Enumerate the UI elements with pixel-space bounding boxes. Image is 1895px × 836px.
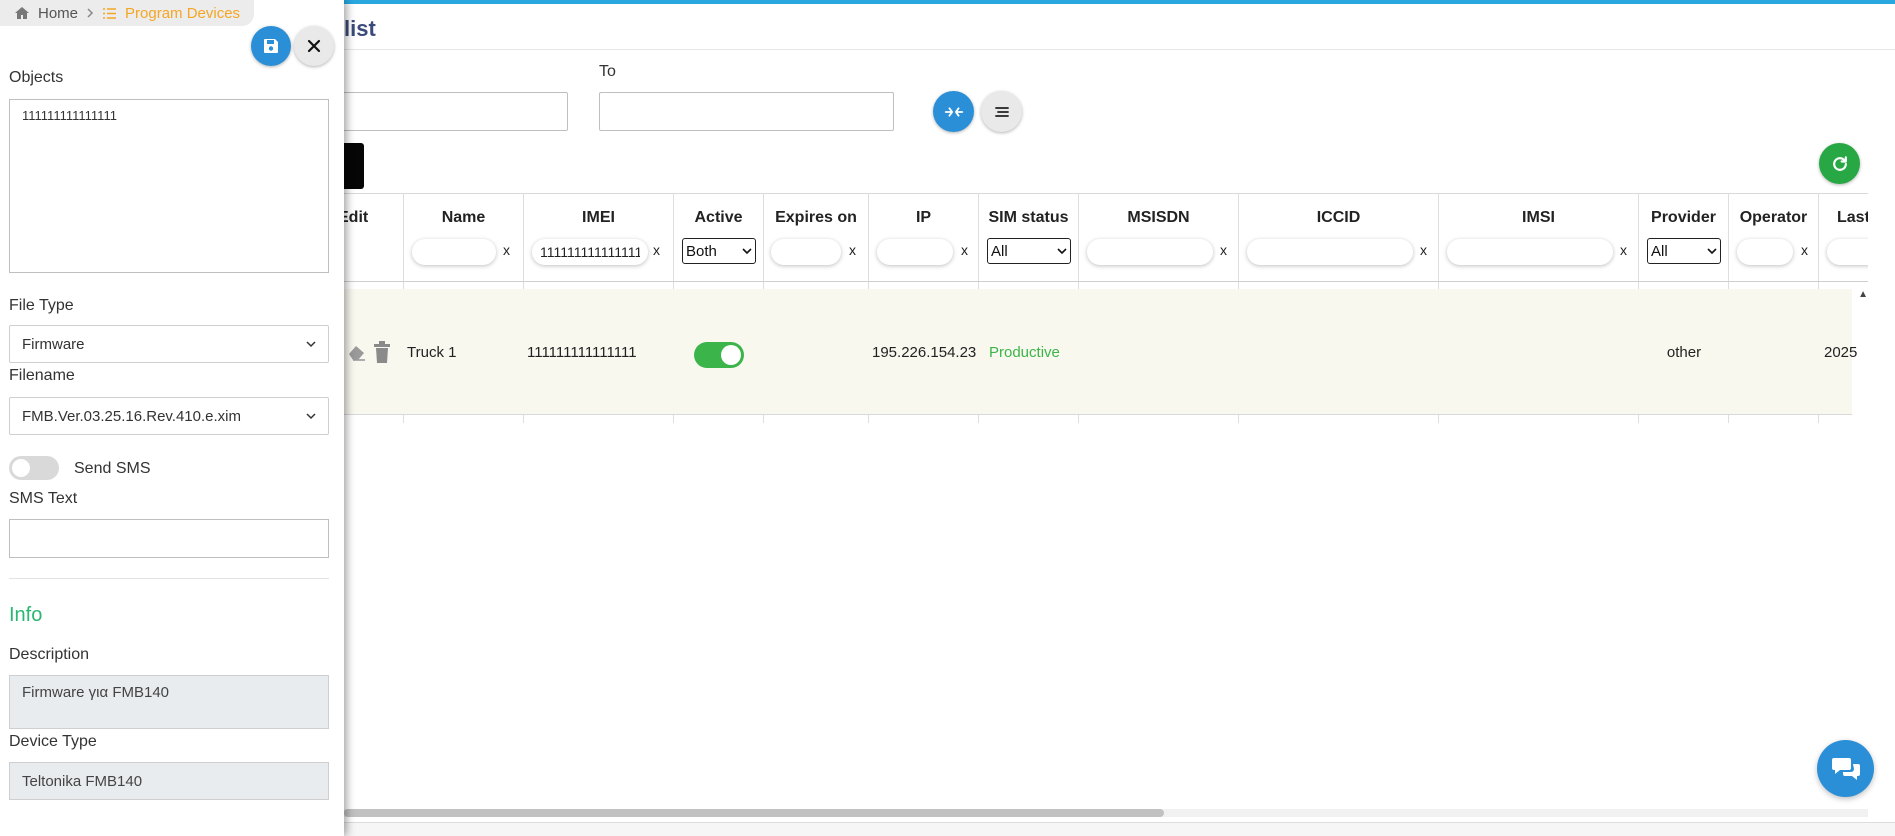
row-active-cell — [694, 289, 744, 415]
col-header-iccid[interactable]: ICCID — [1239, 209, 1438, 227]
row-imei: 111111111111111 — [527, 343, 637, 361]
page-title: list — [344, 16, 376, 41]
close-icon — [307, 39, 321, 53]
chevron-down-icon — [306, 340, 316, 347]
col-header-imei[interactable]: IMEI — [524, 209, 673, 227]
col-header-provider[interactable]: Provider — [1639, 209, 1728, 227]
imsi-filter-input[interactable] — [1447, 239, 1613, 265]
ip-filter-clear[interactable]: x — [961, 242, 968, 258]
name-filter-input[interactable] — [412, 239, 496, 265]
col-header-name[interactable]: Name — [404, 209, 523, 227]
breadcrumb-home[interactable]: Home — [38, 5, 78, 22]
imei-filter-input[interactable] — [532, 239, 648, 265]
refresh-icon — [1832, 155, 1847, 171]
send-sms-label: Send SMS — [74, 460, 151, 477]
breadcrumb-current: Program Devices — [125, 4, 241, 22]
row-ip: 195.226.154.23 — [872, 343, 977, 361]
date-from-input[interactable] — [330, 92, 568, 131]
sim-status-filter-value: All — [991, 242, 1008, 260]
name-filter-clear[interactable]: x — [503, 242, 510, 258]
to-label: To — [599, 63, 616, 80]
compress-arrows-icon — [944, 106, 963, 117]
close-button[interactable] — [294, 26, 334, 66]
sim-status-filter-select[interactable]: All — [987, 238, 1071, 264]
panel-divider — [9, 578, 329, 579]
iccid-filter-input[interactable] — [1247, 239, 1413, 265]
msisdn-filter-clear[interactable]: x — [1220, 242, 1227, 258]
filename-select[interactable]: FMB.Ver.03.25.16.Rev.410.e.xim — [9, 397, 329, 435]
provider-filter-select[interactable]: All — [1647, 238, 1721, 264]
save-button[interactable] — [251, 26, 291, 66]
eraser-icon[interactable] — [347, 343, 367, 361]
operator-filter-input[interactable] — [1737, 239, 1793, 265]
row-provider: other — [1666, 343, 1702, 361]
last-filter-input[interactable] — [1827, 239, 1868, 265]
imsi-filter-clear[interactable]: x — [1620, 242, 1627, 258]
device-type-label: Device Type — [9, 733, 97, 750]
expires-filter-input[interactable] — [771, 239, 841, 265]
row-last: 2025 — [1824, 343, 1858, 361]
iccid-filter-clear[interactable]: x — [1420, 242, 1427, 258]
chevron-right-icon — [87, 8, 94, 18]
chat-button[interactable] — [1817, 740, 1874, 797]
col-header-imsi[interactable]: IMSI — [1439, 209, 1638, 227]
objects-label: Objects — [9, 69, 64, 86]
objects-textarea[interactable]: 111111111111111 — [9, 99, 329, 273]
scroll-up-arrow-icon[interactable]: ▲ — [1858, 289, 1868, 300]
align-lines-icon — [994, 106, 1009, 117]
expires-filter-clear[interactable]: x — [849, 242, 856, 258]
col-header-msisdn[interactable]: MSISDN — [1079, 209, 1238, 227]
page-header: list — [344, 6, 1895, 50]
filename-label: Filename — [9, 367, 75, 384]
col-header-ip[interactable]: IP — [869, 209, 978, 227]
row-actions — [347, 289, 391, 415]
active-filter-select[interactable]: Both — [682, 238, 756, 264]
col-header-sim-status[interactable]: SIM status — [979, 209, 1078, 227]
devices-grid: Edit Name x IMEI x Active Both Expires o… — [338, 193, 1868, 423]
device-type-field: Teltonika FMB140 — [9, 762, 329, 800]
home-icon — [15, 7, 29, 19]
list-icon — [103, 7, 117, 19]
description-label: Description — [9, 646, 90, 663]
apply-filter-button[interactable] — [933, 91, 974, 132]
trash-icon[interactable] — [373, 341, 391, 363]
file-type-label: File Type — [9, 297, 74, 314]
msisdn-filter-input[interactable] — [1087, 239, 1213, 265]
chevron-down-icon — [306, 412, 316, 419]
imei-filter-clear[interactable]: x — [653, 242, 660, 258]
row-sim-status: Productive — [989, 343, 1060, 361]
row-active-toggle[interactable] — [694, 342, 744, 368]
header-separator — [344, 281, 1868, 282]
filename-value: FMB.Ver.03.25.16.Rev.410.e.xim — [22, 407, 242, 425]
col-header-expires[interactable]: Expires on — [764, 209, 868, 227]
refresh-button[interactable] — [1819, 143, 1860, 184]
chevron-down-icon — [1057, 247, 1067, 254]
chevron-down-icon — [742, 247, 752, 254]
active-filter-value: Both — [686, 242, 717, 260]
provider-filter-value: All — [1651, 242, 1668, 260]
chevron-down-icon — [1707, 247, 1717, 254]
save-icon — [264, 39, 278, 53]
send-sms-toggle[interactable] — [9, 456, 59, 480]
horizontal-scrollbar-thumb[interactable] — [344, 809, 1164, 817]
row-name: Truck 1 — [407, 343, 457, 361]
sms-text-label: SMS Text — [9, 490, 78, 507]
info-section-title: Info — [9, 604, 43, 626]
date-to-input[interactable] — [599, 92, 894, 131]
pager-bar — [344, 822, 1895, 836]
col-header-edit[interactable]: Edit — [338, 209, 403, 227]
col-header-active[interactable]: Active — [674, 209, 763, 227]
description-field: Firmware για FMB140 — [9, 675, 329, 729]
col-header-last[interactable]: Last — [1837, 209, 1868, 227]
operator-filter-clear[interactable]: x — [1801, 242, 1808, 258]
breadcrumb: Home Program Devices — [0, 0, 255, 26]
col-header-operator[interactable]: Operator — [1729, 209, 1818, 227]
clear-filter-button[interactable] — [981, 91, 1022, 132]
chat-bubbles-icon — [1831, 757, 1860, 780]
file-type-value: Firmware — [22, 335, 85, 353]
ip-filter-input[interactable] — [877, 239, 953, 265]
sms-text-input[interactable] — [9, 519, 329, 558]
file-type-select[interactable]: Firmware — [9, 325, 329, 363]
program-devices-panel: Home Program Devices Objects 11111111111… — [0, 0, 344, 836]
